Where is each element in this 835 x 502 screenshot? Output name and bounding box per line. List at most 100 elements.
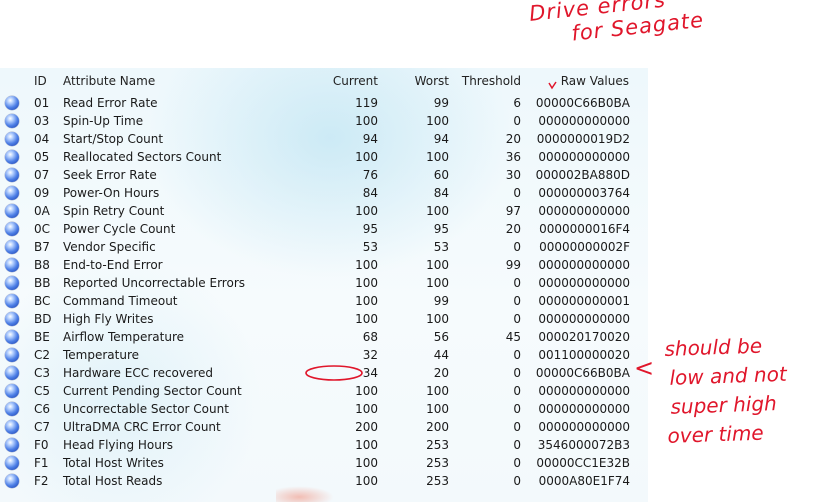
- header-current[interactable]: Current: [333, 72, 378, 90]
- annotation-arrow: <: [634, 354, 655, 382]
- table-row[interactable]: 05 Reallocated Sectors Count 100 100 36 00000…: [0, 148, 648, 166]
- worst-value: 99: [433, 294, 449, 308]
- current-value: 76: [362, 168, 378, 182]
- annotation-note-line: low and not: [669, 361, 788, 390]
- attribute-id: BE: [34, 330, 50, 344]
- worst-value: 100: [426, 204, 449, 218]
- worst-value: 56: [433, 330, 449, 344]
- attribute-name: Seek Error Rate: [63, 168, 157, 182]
- table-row[interactable]: 0C Power Cycle Count 95 95 20 0000000016F4: [0, 220, 648, 238]
- current-value: 100: [355, 474, 378, 488]
- table-row[interactable]: B7 Vendor Specific 53 53 0 00000000002F: [0, 238, 648, 256]
- threshold-value: 0: [513, 186, 521, 200]
- header-attribute-name[interactable]: Attribute Name: [63, 72, 155, 90]
- attribute-id: 04: [34, 132, 50, 146]
- worst-value: 100: [426, 258, 449, 272]
- annotation-title: Drive errors for Seagate: [528, 0, 705, 50]
- table-row[interactable]: C6 Uncorrectable Sector Count 100 100 0 00000…: [0, 400, 648, 418]
- raw-value: 000000000000: [538, 402, 630, 416]
- table-row[interactable]: 04 Start/Stop Count 94 94 20 0000000019D2: [0, 130, 648, 148]
- current-value: 100: [355, 384, 378, 398]
- threshold-value: 0: [513, 312, 521, 326]
- attribute-id: C5: [34, 384, 51, 398]
- raw-value: 000000000000: [538, 276, 630, 290]
- worst-value: 253: [426, 438, 449, 452]
- current-value: 100: [355, 258, 378, 272]
- table-row[interactable]: 07 Seek Error Rate 76 60 30 000002BA880D: [0, 166, 648, 184]
- worst-value: 53: [433, 240, 449, 254]
- table-row[interactable]: BB Reported Uncorrectable Errors 100 100 0 00…: [0, 274, 648, 292]
- current-value: 94: [362, 132, 378, 146]
- attribute-name: Power-On Hours: [63, 186, 160, 200]
- table-row[interactable]: F1 Total Host Writes 100 253 0 00000CC1E32B: [0, 454, 648, 472]
- raw-value: 000000000000: [538, 258, 630, 272]
- header-threshold[interactable]: Threshold: [462, 72, 521, 90]
- current-value: 200: [355, 420, 378, 434]
- table-row[interactable]: C2 Temperature 32 44 0 001100000020: [0, 346, 648, 364]
- table-row[interactable]: 09 Power-On Hours 84 84 0 000000003764: [0, 184, 648, 202]
- raw-value: 3546000072B3: [537, 438, 630, 452]
- current-value: 53: [362, 240, 378, 254]
- smart-attributes-table: ID Attribute Name Current Worst Threshol…: [0, 68, 648, 502]
- attribute-name: Read Error Rate: [63, 96, 158, 110]
- attribute-name: Command Timeout: [63, 294, 178, 308]
- worst-value: 100: [426, 402, 449, 416]
- status-indicator-icon: [5, 366, 19, 380]
- threshold-value: 0: [513, 420, 521, 434]
- worst-value: 100: [426, 276, 449, 290]
- attribute-id: B7: [34, 240, 50, 254]
- annotation-note-line: super high: [670, 391, 778, 419]
- threshold-value: 99: [505, 258, 521, 272]
- raw-value: 000000000000: [538, 114, 630, 128]
- worst-value: 60: [433, 168, 449, 182]
- raw-value: 0000000016F4: [539, 222, 630, 236]
- worst-value: 200: [426, 420, 449, 434]
- table-row[interactable]: BC Command Timeout 100 99 0 000000000001: [0, 292, 648, 310]
- raw-value: 0000A80E1F74: [538, 474, 630, 488]
- attribute-id: 07: [34, 168, 50, 182]
- header-raw-values[interactable]: Raw Values: [561, 72, 629, 90]
- attribute-name: UltraDMA CRC Error Count: [63, 420, 221, 434]
- attribute-id: F1: [34, 456, 49, 470]
- current-value: 100: [355, 204, 378, 218]
- header-id[interactable]: ID: [34, 72, 47, 90]
- status-indicator-icon: [5, 474, 19, 488]
- status-indicator-icon: [5, 456, 19, 470]
- attribute-id: F0: [34, 438, 49, 452]
- attribute-id: BB: [34, 276, 51, 290]
- attribute-id: 01: [34, 96, 50, 110]
- table-row[interactable]: 01 Read Error Rate 119 99 6 00000C66B0BA: [0, 94, 648, 112]
- attribute-name: High Fly Writes: [63, 312, 154, 326]
- worst-value: 100: [426, 312, 449, 326]
- annotation-note-line: over time: [667, 420, 765, 448]
- attribute-name: Total Host Reads: [63, 474, 163, 488]
- table-row[interactable]: F0 Head Flying Hours 100 253 0 3546000072B3: [0, 436, 648, 454]
- table-row[interactable]: B8 End-to-End Error 100 100 99 000000000000: [0, 256, 648, 274]
- table-row[interactable]: 0A Spin Retry Count 100 100 97 000000000000: [0, 202, 648, 220]
- threshold-value: 45: [505, 330, 521, 344]
- attribute-name: Power Cycle Count: [63, 222, 176, 236]
- table-row[interactable]: C5 Current Pending Sector Count 100 100 0 000…: [0, 382, 648, 400]
- attribute-id: C2: [34, 348, 51, 362]
- attribute-name: Uncorrectable Sector Count: [63, 402, 229, 416]
- attribute-name: Airflow Temperature: [63, 330, 185, 344]
- header-worst[interactable]: Worst: [415, 72, 449, 90]
- status-indicator-icon: [5, 276, 19, 290]
- raw-value: 00000C66B0BA: [535, 96, 630, 110]
- table-row[interactable]: C7 UltraDMA CRC Error Count 200 200 0 0000000…: [0, 418, 648, 436]
- attribute-name: Start/Stop Count: [63, 132, 164, 146]
- table-row[interactable]: 03 Spin-Up Time 100 100 0 000000000000: [0, 112, 648, 130]
- status-indicator-icon: [5, 294, 19, 308]
- table-row[interactable]: BD High Fly Writes 100 100 0 000000000000: [0, 310, 648, 328]
- table-row[interactable]: F2 Total Host Reads 100 253 0 0000A80E1F74: [0, 472, 648, 490]
- status-indicator-icon: [5, 132, 19, 146]
- status-indicator-icon: [5, 348, 19, 362]
- status-indicator-icon: [5, 240, 19, 254]
- attribute-name: Spin-Up Time: [63, 114, 144, 128]
- current-value: 100: [355, 456, 378, 470]
- current-value: 32: [362, 348, 378, 362]
- table-row[interactable]: C3 Hardware ECC recovered 34 20 0 00000C66B0B…: [0, 364, 648, 382]
- current-value: 34: [362, 366, 378, 380]
- worst-value: 100: [426, 114, 449, 128]
- table-row[interactable]: BE Airflow Temperature 68 56 45 000020170020: [0, 328, 648, 346]
